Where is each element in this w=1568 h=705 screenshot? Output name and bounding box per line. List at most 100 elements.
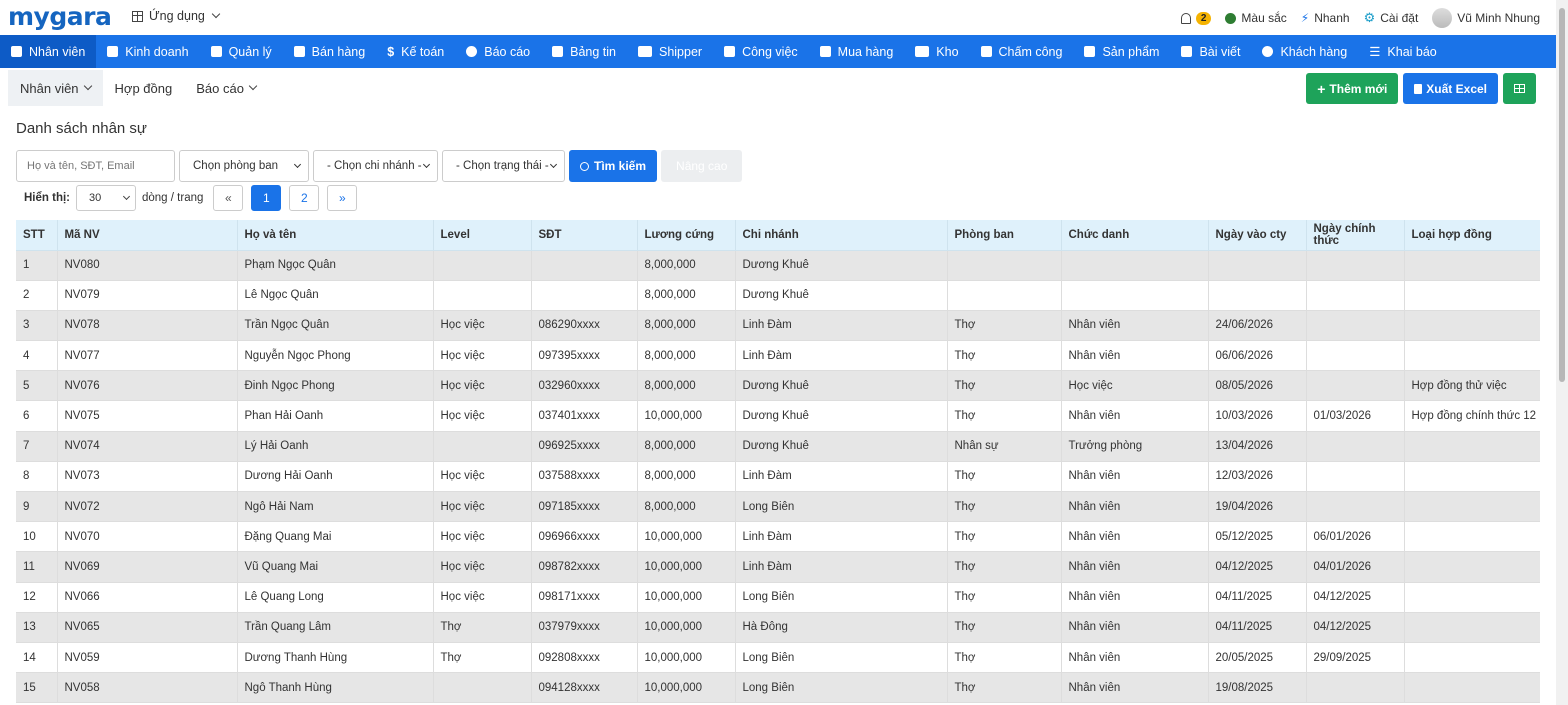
advanced-button[interactable]: Nâng cao bbox=[661, 150, 743, 182]
quick-button[interactable]: ⚡ Nhanh bbox=[1301, 11, 1350, 25]
page-1-button[interactable]: 1 bbox=[251, 185, 282, 211]
last-page-button[interactable]: » bbox=[327, 185, 358, 211]
search-input[interactable] bbox=[16, 150, 175, 182]
tab-nhan-vien[interactable]: Nhân viên bbox=[8, 70, 103, 106]
table-cell: NV070 bbox=[57, 521, 238, 553]
nav-item-nhan-vien[interactable]: Nhân viên bbox=[0, 35, 97, 68]
table-row[interactable]: 6 NV075 Phan Hải Oanh Học việc 037401xxxx 10,… bbox=[16, 400, 1540, 432]
apps-menu[interactable]: Ứng dụng bbox=[132, 9, 221, 23]
table-cell bbox=[1404, 461, 1540, 493]
table-row[interactable]: 3 NV078 Trần Ngọc Quân Học việc 086290xxxx 8,… bbox=[16, 310, 1540, 342]
table-row[interactable]: 13 NV065 Trần Quang Lâm Thợ 037979xxxx 10,000… bbox=[16, 612, 1540, 643]
table-row[interactable]: 11 NV069 Vũ Quang Mai Học việc 098782xxxx 10,… bbox=[16, 551, 1540, 583]
table-cell: NV066 bbox=[57, 582, 238, 613]
cart-icon bbox=[293, 46, 305, 57]
table-cell: Linh Đàm bbox=[735, 521, 948, 553]
column-header[interactable]: Level bbox=[433, 220, 532, 251]
department-select[interactable]: Chọn phòng ban bbox=[179, 150, 309, 182]
tab-hop-dong[interactable]: Hợp đồng bbox=[103, 70, 185, 106]
table-cell: 10,000,000 bbox=[637, 612, 736, 643]
table-cell: 19/08/2025 bbox=[1208, 672, 1307, 704]
table-row[interactable]: 12 NV066 Lê Quang Long Học việc 098171xxxx 10… bbox=[16, 582, 1540, 613]
nav-item-bao-cao[interactable]: Báo cáo bbox=[455, 35, 541, 68]
column-header[interactable]: SĐT bbox=[531, 220, 638, 251]
nav-item-bang-tin[interactable]: Bảng tin bbox=[541, 35, 627, 68]
nav-item-kinh-doanh[interactable]: Kinh doanh bbox=[96, 35, 199, 68]
column-header[interactable]: Chức danh bbox=[1061, 220, 1209, 251]
column-header[interactable]: Ngày chính thức bbox=[1306, 220, 1405, 251]
column-header[interactable]: STT bbox=[16, 220, 58, 251]
table-cell: 08/05/2026 bbox=[1208, 370, 1307, 402]
nav-item-ke-toan[interactable]: $ Kế toán bbox=[376, 35, 455, 68]
column-header[interactable]: Mã NV bbox=[57, 220, 238, 251]
table-row[interactable]: 2 NV079 Lê Ngọc Quân 8,000,000 Dương Khuê bbox=[16, 280, 1540, 311]
table-cell: Nhân viên bbox=[1061, 400, 1209, 432]
table-cell: 10,000,000 bbox=[637, 400, 736, 432]
settings-button[interactable]: ⚙ Cài đặt bbox=[1364, 10, 1419, 26]
table-cell bbox=[433, 672, 532, 704]
table-row[interactable]: 7 NV074 Lý Hải Oanh 096925xxxx 8,000,000 Dươn… bbox=[16, 431, 1540, 462]
notifications-button[interactable]: 2 bbox=[1180, 11, 1212, 25]
scrollbar-thumb[interactable] bbox=[1559, 8, 1565, 382]
page-size-select[interactable]: 30 bbox=[76, 185, 136, 211]
table-row[interactable]: 1 NV080 Phạm Ngọc Quân 8,000,000 Dương Khuê bbox=[16, 250, 1540, 281]
nav-item-kho[interactable]: Kho bbox=[904, 35, 969, 68]
nav-item-ban-hang[interactable]: Bán hàng bbox=[283, 35, 377, 68]
search-button[interactable]: Tìm kiếm bbox=[569, 150, 658, 182]
nav-item-cham-cong[interactable]: Chấm công bbox=[970, 35, 1074, 68]
column-header[interactable]: Lương cứng bbox=[637, 220, 736, 251]
app-logo[interactable]: mygara bbox=[8, 2, 112, 31]
tab-bao-cao[interactable]: Báo cáo bbox=[184, 70, 268, 106]
table-cell: 04/01/2026 bbox=[1306, 551, 1405, 583]
table-row[interactable]: 15 NV058 Ngô Thanh Hùng 094128xxxx 10,000,00… bbox=[16, 672, 1540, 704]
table-view-button[interactable] bbox=[1503, 73, 1536, 104]
table-cell: Lê Quang Long bbox=[237, 582, 434, 613]
status-select[interactable]: - Chọn trạng thái - bbox=[442, 150, 565, 182]
tab-label: Hợp đồng bbox=[114, 80, 173, 96]
page-size-value: 30 bbox=[89, 192, 102, 204]
nav-item-san-pham[interactable]: Sản phẩm bbox=[1073, 35, 1170, 68]
table-cell: Đặng Quang Mai bbox=[237, 521, 434, 553]
export-excel-button[interactable]: Xuất Excel bbox=[1403, 73, 1498, 104]
nav-item-quan-ly[interactable]: Quản lý bbox=[200, 35, 283, 68]
table-cell: 13 bbox=[16, 612, 58, 643]
column-header[interactable]: Chi nhánh bbox=[735, 220, 948, 251]
nav-item-bai-viet[interactable]: Bài viết bbox=[1170, 35, 1251, 68]
table-row[interactable]: 14 NV059 Dương Thanh Hùng Thợ 092808xxxx 10,0… bbox=[16, 642, 1540, 674]
table-cell bbox=[1404, 521, 1540, 553]
table-row[interactable]: 10 NV070 Đặng Quang Mai Học việc 096966xxxx 1… bbox=[16, 521, 1540, 553]
page-scrollbar[interactable] bbox=[1556, 0, 1568, 705]
page-2-button[interactable]: 2 bbox=[289, 185, 320, 211]
table-cell bbox=[1306, 370, 1405, 402]
search-label: Tìm kiếm bbox=[594, 159, 647, 173]
user-menu[interactable]: Vũ Minh Nhung bbox=[1432, 8, 1540, 28]
table-cell: Dương Khuê bbox=[735, 431, 948, 462]
nav-label: Shipper bbox=[658, 44, 703, 59]
branch-select[interactable]: - Chọn chi nhánh - bbox=[313, 150, 438, 182]
column-header[interactable]: Phòng ban bbox=[947, 220, 1062, 251]
table-cell bbox=[1208, 250, 1307, 281]
table-row[interactable]: 5 NV076 Đinh Ngọc Phong Học việc 032960xxxx 8… bbox=[16, 370, 1540, 402]
nav-item-khai-bao[interactable]: ☰ Khai báo bbox=[1358, 35, 1448, 68]
nav-item-mua-hang[interactable]: Mua hàng bbox=[809, 35, 905, 68]
column-header[interactable]: Ngày vào cty bbox=[1208, 220, 1307, 251]
nav-item-shipper[interactable]: Shipper bbox=[627, 35, 713, 68]
add-new-button[interactable]: + Thêm mới bbox=[1306, 73, 1399, 104]
column-header[interactable]: Loại hợp đồng bbox=[1404, 220, 1540, 251]
column-header[interactable]: Họ và tên bbox=[237, 220, 434, 251]
nav-label: Quản lý bbox=[228, 44, 272, 59]
employee-table-container: STT Mã NV Họ và tên Level SĐT Lương cứng Chi n… bbox=[16, 220, 1540, 705]
table-row[interactable]: 8 NV073 Dương Hải Oanh Học việc 037588xxxx 8,… bbox=[16, 461, 1540, 493]
table-row[interactable]: 9 NV072 Ngô Hải Nam Học việc 097185xxxx 8,000… bbox=[16, 491, 1540, 523]
table-cell: 096925xxxx bbox=[531, 431, 638, 462]
show-label: Hiển thị: bbox=[24, 192, 70, 204]
first-page-button[interactable]: « bbox=[213, 185, 244, 211]
tab-label: Báo cáo bbox=[196, 80, 244, 96]
table-cell: Thợ bbox=[947, 551, 1062, 583]
nav-item-cong-viec[interactable]: Công việc bbox=[713, 35, 809, 68]
color-button[interactable]: Màu sắc bbox=[1225, 11, 1287, 25]
table-row[interactable]: 4 NV077 Nguyễn Ngọc Phong Học việc 097395xxx… bbox=[16, 340, 1540, 372]
nav-item-khach-hang[interactable]: Khách hàng bbox=[1251, 35, 1358, 68]
table-cell: Thợ bbox=[947, 400, 1062, 432]
table-cell bbox=[433, 250, 532, 281]
